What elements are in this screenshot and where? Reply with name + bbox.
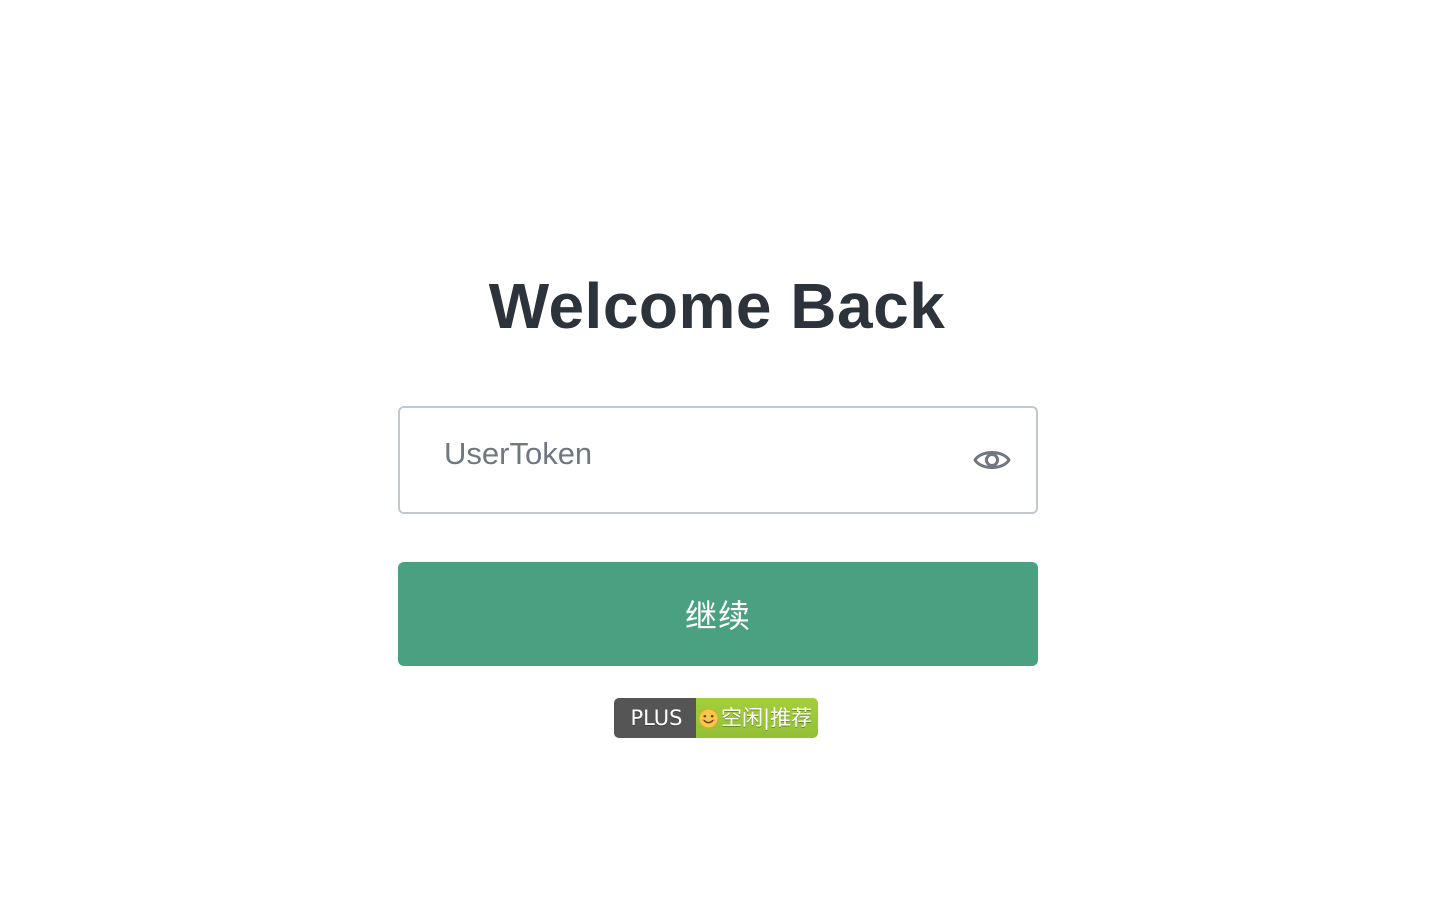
badge-plan-label: PLUS xyxy=(614,698,696,738)
eye-icon xyxy=(973,451,1011,469)
continue-button[interactable]: 继续 xyxy=(398,562,1038,666)
login-page: Welcome Back 继续 PLUS 空闲|推荐 xyxy=(0,0,1434,912)
smiling-face-icon xyxy=(698,708,719,728)
badge-status: 空闲|推荐 xyxy=(696,698,819,738)
user-token-input[interactable] xyxy=(444,402,944,506)
user-token-field xyxy=(398,402,1038,514)
status-badge[interactable]: PLUS 空闲|推荐 xyxy=(614,698,819,738)
show-token-toggle[interactable] xyxy=(972,443,1012,477)
badge-status-text: 空闲|推荐 xyxy=(721,706,813,730)
page-title: Welcome Back xyxy=(488,270,946,342)
